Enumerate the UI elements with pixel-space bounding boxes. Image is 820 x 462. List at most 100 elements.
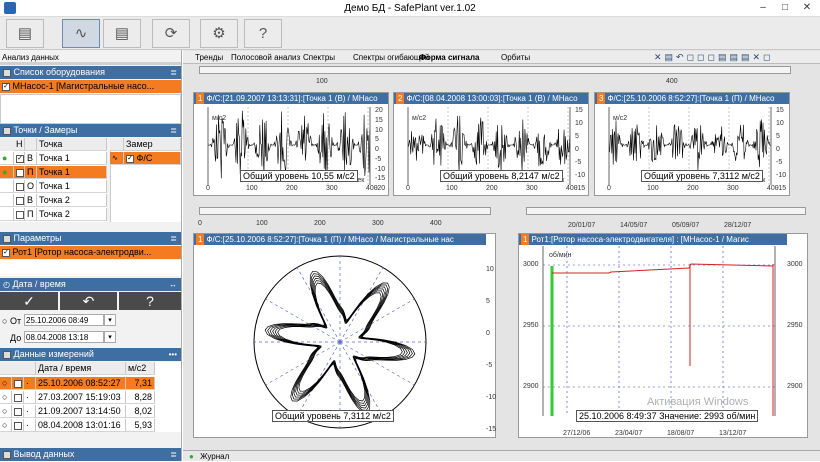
polar-range-slider[interactable] <box>199 207 491 215</box>
tab-3[interactable]: Спектры огибающей <box>353 52 429 64</box>
time-range-slider[interactable] <box>199 66 791 74</box>
equipment-header[interactable]: Список оборудования ≣ <box>0 66 181 79</box>
trend-date-top: 28/12/07 <box>724 222 752 229</box>
from-dropdown[interactable]: ▾ <box>104 314 116 326</box>
x-tick: 200 <box>486 185 498 192</box>
point-row[interactable]: В Точка 2 <box>0 194 107 207</box>
measurement-row[interactable]: ○ · 25.10.2006 08:52:27 7,31 <box>0 377 155 390</box>
trend-date-top: 05/09/07 <box>672 222 700 229</box>
x-tick: 0 <box>206 185 210 192</box>
output-header[interactable]: Вывод данных ≣ <box>0 448 181 461</box>
measurement-value: 8,28 <box>126 391 155 404</box>
col-point: Точка <box>37 138 107 151</box>
maximize-button[interactable]: □ <box>774 0 796 16</box>
y-unit: м/с2 <box>212 115 227 122</box>
polar-level-label: Общий уровень 7,3112 м/с2 <box>272 410 394 422</box>
help-button[interactable]: ? <box>119 292 181 310</box>
trend-y-tick-right: 2900 <box>787 383 803 390</box>
close-button[interactable]: ✕ <box>796 0 818 16</box>
y-tick: 10 <box>575 120 583 127</box>
waveform-panel: 3 Ф/С:[25.10.2006 8:52:27]:[Точка 1 (П) /… <box>594 92 790 196</box>
sync-icon[interactable]: ⟳ <box>152 19 190 48</box>
point-row[interactable]: ● П Точка 1 <box>0 166 107 179</box>
chart-toolbar-icons[interactable]: ✕▤↶◻◻◻▤▤▤✕◻ <box>654 52 814 63</box>
y-tick: 15 <box>575 107 583 114</box>
x-tick: 0 <box>406 185 410 192</box>
point-row[interactable]: П Точка 2 <box>0 208 107 221</box>
tab-5[interactable]: Орбиты <box>501 52 530 64</box>
measurement-value: 5,93 <box>126 419 155 432</box>
x-tick: 400 <box>767 185 779 192</box>
from-input[interactable]: 25.10.2006 08:49 <box>24 314 104 326</box>
measure-item[interactable]: ∿ ✓ Ф/С <box>110 152 181 165</box>
polar-y-tick: 10 <box>486 266 494 273</box>
y-unit: м/с2 <box>613 115 628 122</box>
left-panel: Анализ данных Список оборудования ≣ ✓ МНа… <box>0 50 182 461</box>
point-row[interactable]: О Точка 1 <box>0 180 107 193</box>
equipment-item[interactable]: ✓ МНасос-1 [Магистральные насо... <box>0 80 181 93</box>
point-name: Точка 1 <box>37 152 107 165</box>
points-header[interactable]: Точки / Замеры ≣ <box>0 124 181 137</box>
y-tick: 5 <box>776 133 780 140</box>
x-tick: 200 <box>286 185 298 192</box>
help-icon[interactable]: ? <box>244 19 282 48</box>
window-title: Демо БД - SafePlant ver.1.02 <box>344 3 476 14</box>
tab-1[interactable]: Полосовой анализ <box>231 52 300 64</box>
measurements-columns: Дата / время м/с2 <box>0 362 155 375</box>
level-label: Общий уровень 8,2147 м/с2 <box>440 170 563 182</box>
measurement-date: 08.04.2008 13:01:16 <box>36 419 126 432</box>
point-name: Точка 1 <box>37 180 107 193</box>
point-dir: О <box>25 180 37 193</box>
col-measure: Замер <box>124 138 181 151</box>
level-label: Общий уровень 7,3112 м/с2 <box>641 170 763 182</box>
gear-icon[interactable]: ⚙ <box>200 19 238 48</box>
polar-y-tick: -5 <box>486 362 493 369</box>
measurement-date: 21.09.2007 13:14:50 <box>36 405 126 418</box>
hardware-icon[interactable]: ▤ <box>6 19 44 48</box>
polar-x-tick: 300 <box>372 220 384 227</box>
to-dropdown[interactable]: ▾ <box>104 331 116 343</box>
to-input[interactable]: 08.04.2008 13:18 <box>24 331 104 343</box>
x-tick: 100 <box>446 185 458 192</box>
polar-panel: 1 Ф/С:[25.10.2006 8:52:27]:[Точка 1 (П) /… <box>193 233 496 438</box>
report-icon[interactable]: ▤ <box>103 19 141 48</box>
x-tick: 100 <box>246 185 258 192</box>
analysis-icon[interactable]: ∿ <box>62 19 100 48</box>
measurement-date: 27.03.2007 15:19:03 <box>36 391 126 404</box>
trend-y-tick: 2900 <box>523 383 539 390</box>
tab-4[interactable]: Форма сигнала <box>419 52 480 64</box>
polar-orbit-chart <box>253 255 427 429</box>
params-header[interactable]: Параметры ≣ <box>0 232 181 245</box>
trend-date-bottom: 27/12/06 <box>563 430 591 437</box>
y-tick: 5 <box>375 136 379 144</box>
trend-range-slider[interactable] <box>526 207 806 215</box>
x-tick: 300 <box>727 185 739 192</box>
tab-2[interactable]: Спектры <box>303 52 335 64</box>
measurement-row[interactable]: ○ · 27.03.2007 15:19:03 8,28 <box>0 391 155 404</box>
reset-button[interactable]: ↶ <box>60 292 117 310</box>
apply-button[interactable]: ✓ <box>0 292 58 310</box>
minimize-button[interactable]: – <box>752 0 774 16</box>
datetime-header[interactable]: ◴ Дата / время ↔ <box>0 278 181 291</box>
trend-y-unit: об/мин <box>549 252 572 259</box>
measurement-row[interactable]: ○ · 08.04.2008 13:01:16 5,93 <box>0 419 155 432</box>
measurement-row[interactable]: ○ · 21.09.2007 13:14:50 8,02 <box>0 405 155 418</box>
y-tick: -10 <box>776 172 787 179</box>
top-scale-tick: 100 <box>316 78 328 85</box>
journal-tab[interactable]: Журнал <box>200 452 229 461</box>
y-tick: -5 <box>375 155 382 163</box>
point-dir: В <box>25 152 37 165</box>
params-item[interactable]: ✓ Рот1 [Ротор насоса-электродви... <box>0 246 181 259</box>
measurement-value: 8,02 <box>126 405 155 418</box>
col-unit: м/с2 <box>126 362 155 375</box>
polar-y-tick: -10 <box>486 394 497 401</box>
waveform-panel: 1 Ф/С:[21.09.2007 13:13:31]:[Точка 1 (В) … <box>193 92 389 196</box>
tab-0[interactable]: Тренды <box>195 52 223 64</box>
polar-y-tick: -15 <box>486 426 497 433</box>
measurements-header[interactable]: Данные измерений ••• <box>0 348 181 361</box>
polar-x-tick: 100 <box>256 220 268 227</box>
trend-date-bottom: 18/08/07 <box>667 430 695 437</box>
point-row[interactable]: ● ✓ В Точка 1 <box>0 152 107 165</box>
y-tick: -5 <box>776 159 783 166</box>
x-tick: 0 <box>607 185 611 192</box>
